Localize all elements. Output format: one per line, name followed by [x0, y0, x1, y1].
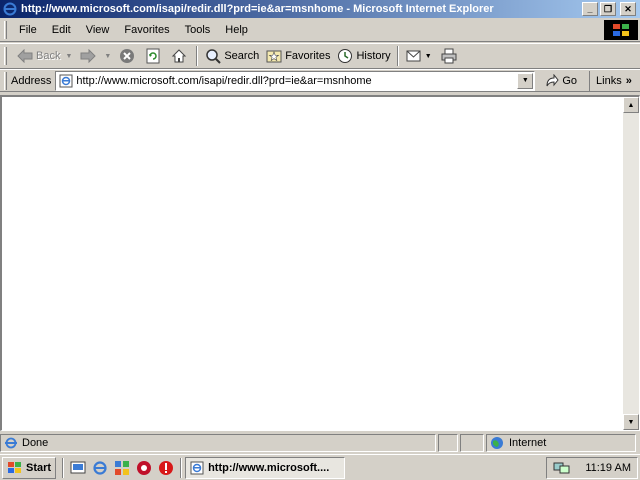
history-label: History: [356, 50, 391, 62]
back-button[interactable]: Back: [13, 45, 63, 67]
favorites-label: Favorites: [285, 50, 331, 62]
toolbar-grip[interactable]: [4, 47, 7, 65]
search-icon: [204, 47, 222, 65]
channels-icon[interactable]: [113, 459, 131, 477]
search-label: Search: [224, 50, 260, 62]
ie-quicklaunch-icon[interactable]: [91, 459, 109, 477]
chevron-more-icon[interactable]: »: [626, 75, 632, 87]
status-text-panel: Done: [0, 434, 436, 452]
forward-button[interactable]: [76, 45, 102, 67]
go-button[interactable]: Go: [541, 71, 581, 91]
security-zone-panel: Internet: [486, 434, 636, 452]
title-bar[interactable]: http://www.microsoft.com/isapi/redir.dll…: [0, 0, 640, 18]
links-button[interactable]: Links »: [589, 70, 632, 91]
ie-page-icon: [190, 461, 204, 475]
taskbar-ie-label: http://www.microsoft....: [208, 461, 330, 474]
address-dropdown-button[interactable]: ▼: [517, 72, 534, 89]
address-label: Address: [11, 74, 52, 87]
home-icon: [170, 47, 188, 65]
print-button[interactable]: [437, 45, 463, 67]
taskbar-separator: [62, 457, 65, 478]
menu-bar: File Edit View Favorites Tools Help: [0, 19, 640, 42]
favorites-star-icon: [265, 47, 283, 65]
scroll-up-button[interactable]: ▲: [623, 97, 639, 113]
menu-help[interactable]: Help: [219, 22, 254, 38]
windows-flag-icon: [7, 461, 23, 475]
minimize-button[interactable]: _: [582, 2, 598, 16]
start-button[interactable]: Start: [2, 456, 57, 479]
mail-icon: [405, 47, 423, 65]
scroll-down-button[interactable]: ▼: [623, 414, 639, 430]
done-page-icon: [4, 436, 18, 450]
mail-dropdown-icon[interactable]: ▼: [425, 53, 432, 60]
go-arrow-icon: [545, 73, 559, 88]
addressbar-grip[interactable]: [4, 71, 7, 90]
address-input[interactable]: [76, 72, 518, 89]
back-dropdown-icon[interactable]: ▼: [65, 53, 72, 60]
menubar-grip[interactable]: [4, 21, 7, 39]
refresh-icon: [144, 47, 162, 65]
back-arrow-icon: [16, 47, 34, 65]
mail-button[interactable]: ▼: [402, 45, 437, 67]
menu-tools[interactable]: Tools: [179, 22, 217, 38]
taskbar-ie-window-button[interactable]: http://www.microsoft....: [185, 456, 346, 479]
taskbar-separator: [180, 457, 183, 478]
stop-button[interactable]: [115, 45, 141, 67]
start-label: Start: [26, 461, 52, 474]
menu-view[interactable]: View: [80, 22, 116, 38]
vertical-scrollbar[interactable]: ▲ ▼: [623, 97, 639, 430]
toolbar-separator: [196, 46, 199, 66]
status-panel-blank: [438, 434, 458, 452]
network-tray-icon[interactable]: [553, 460, 571, 476]
forward-arrow-icon: [79, 47, 97, 65]
toolbar-separator: [396, 46, 399, 66]
system-tray: 11:19 AM: [546, 457, 638, 479]
address-field[interactable]: ▼: [55, 70, 536, 91]
printer-icon: [440, 47, 458, 65]
back-label: Back: [36, 50, 61, 62]
go-label: Go: [562, 74, 578, 87]
menu-file[interactable]: File: [13, 22, 43, 38]
status-text: Done: [22, 437, 49, 449]
favorites-button[interactable]: Favorites: [262, 45, 333, 67]
menu-favorites[interactable]: Favorites: [118, 22, 175, 38]
zone-label: Internet: [509, 437, 547, 449]
stop-icon: [118, 47, 136, 65]
page-content-area[interactable]: ▲ ▼: [0, 95, 640, 431]
clock[interactable]: 11:19 AM: [585, 462, 631, 474]
search-button[interactable]: Search: [201, 45, 262, 67]
quicklaunch-alert-icon[interactable]: [157, 459, 175, 477]
window-title: http://www.microsoft.com/isapi/redir.dll…: [21, 3, 494, 15]
page-icon: [58, 73, 74, 89]
history-icon: [336, 47, 354, 65]
links-label: Links: [596, 74, 622, 87]
quicklaunch-red-icon[interactable]: [135, 459, 153, 477]
status-panel-blank: [460, 434, 484, 452]
refresh-button[interactable]: [141, 45, 167, 67]
windows-logo-throbber: [604, 20, 638, 40]
maximize-button[interactable]: ❐: [600, 2, 616, 16]
taskbar: Start http://www.microsoft.... 11:19 AM: [0, 454, 640, 480]
history-button[interactable]: History: [333, 45, 393, 67]
close-button[interactable]: ✕: [620, 2, 636, 16]
standard-toolbar: Back ▼ ▼ Search Favorites History ▼: [0, 43, 640, 69]
ie-icon: [2, 1, 18, 17]
show-desktop-icon[interactable]: [69, 459, 87, 477]
internet-globe-icon: [490, 436, 504, 450]
status-bar: Done Internet: [0, 433, 640, 453]
forward-dropdown-icon[interactable]: ▼: [104, 53, 111, 60]
address-bar: Address ▼ Go Links »: [0, 69, 640, 92]
home-button[interactable]: [167, 45, 193, 67]
menu-edit[interactable]: Edit: [46, 22, 77, 38]
